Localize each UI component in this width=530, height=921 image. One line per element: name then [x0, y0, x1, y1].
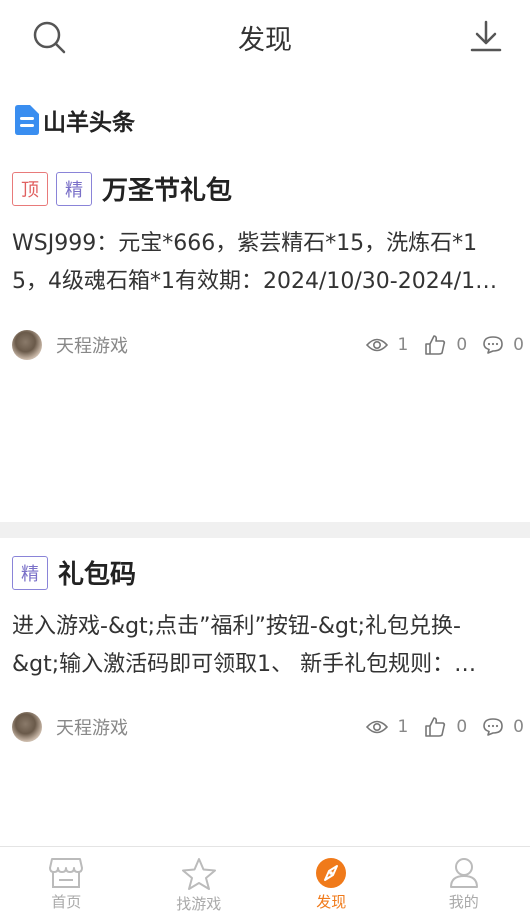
eye-icon: [366, 337, 388, 353]
tab-find-games[interactable]: 找游戏: [133, 847, 266, 921]
pinned-tag: 顶: [12, 172, 48, 206]
post-title-row: 顶 精 万圣节礼包: [12, 170, 232, 207]
post-title: 礼包码: [58, 554, 136, 591]
featured-tag: 精: [56, 172, 92, 206]
download-icon[interactable]: [466, 18, 506, 56]
post-description: 进入游戏-&gt;点击”福利”按钮-&gt;礼包兑换- &gt;输入激活码即可领…: [12, 608, 518, 684]
post-description-line: 5，4级魂石箱*1有效期：2024/10/30-2024/1…: [12, 263, 518, 301]
views-stat: 1: [366, 335, 409, 355]
post-description: WSJ999：元宝*666，紫芸精石*15，洗炼石*1 5，4级魂石箱*1有效期…: [12, 225, 518, 301]
tab-label: 找游戏: [176, 893, 221, 914]
section-header: 山羊头条: [15, 102, 135, 138]
comment-icon: [483, 718, 503, 736]
comments-stat[interactable]: 0: [483, 717, 524, 737]
page-title: 发现: [0, 18, 530, 57]
post-description-line: &gt;输入激活码即可领取1、 新手礼包规则：…: [12, 646, 518, 684]
avatar[interactable]: [12, 712, 42, 742]
post-title: 万圣节礼包: [102, 170, 232, 207]
top-bar: 发现: [0, 0, 530, 76]
post-description-line: 进入游戏-&gt;点击”福利”按钮-&gt;礼包兑换-: [12, 608, 518, 646]
views-stat: 1: [366, 717, 409, 737]
thumbs-up-icon: [424, 334, 446, 356]
section-title: 山羊头条: [43, 103, 135, 137]
post-meta: 天程游戏 1 0 0: [12, 329, 524, 361]
post-stats: 1 0 0: [350, 334, 524, 356]
featured-tag: 精: [12, 556, 48, 590]
author-name[interactable]: 天程游戏: [56, 332, 128, 358]
tab-label: 我的: [449, 891, 479, 912]
likes-stat[interactable]: 0: [424, 716, 467, 738]
post-description-line: WSJ999：元宝*666，紫芸精石*15，洗炼石*1: [12, 225, 518, 263]
user-icon: [448, 857, 480, 889]
bottom-tab-bar: 首页 找游戏 发现 我的: [0, 846, 530, 921]
section-divider: [0, 522, 530, 538]
comment-icon: [483, 336, 503, 354]
star-icon: [181, 857, 217, 891]
tab-label: 首页: [51, 891, 81, 912]
post-title-row: 精 礼包码: [12, 554, 136, 591]
thumbs-up-icon: [424, 716, 446, 738]
comments-count: 0: [513, 335, 524, 355]
compass-icon: [315, 857, 347, 889]
avatar[interactable]: [12, 330, 42, 360]
post-stats: 1 0 0: [350, 716, 524, 738]
post-meta: 天程游戏 1 0 0: [12, 711, 524, 743]
views-count: 1: [398, 717, 409, 737]
views-count: 1: [398, 335, 409, 355]
comments-count: 0: [513, 717, 524, 737]
tab-discover[interactable]: 发现: [265, 847, 398, 921]
likes-stat[interactable]: 0: [424, 334, 467, 356]
likes-count: 0: [456, 717, 467, 737]
author-name[interactable]: 天程游戏: [56, 714, 128, 740]
tab-me[interactable]: 我的: [398, 847, 530, 921]
eye-icon: [366, 719, 388, 735]
tab-label: 发现: [316, 891, 346, 912]
tab-home[interactable]: 首页: [0, 847, 133, 921]
comments-stat[interactable]: 0: [483, 335, 524, 355]
store-icon: [49, 857, 83, 889]
likes-count: 0: [456, 335, 467, 355]
document-icon: [15, 105, 39, 135]
